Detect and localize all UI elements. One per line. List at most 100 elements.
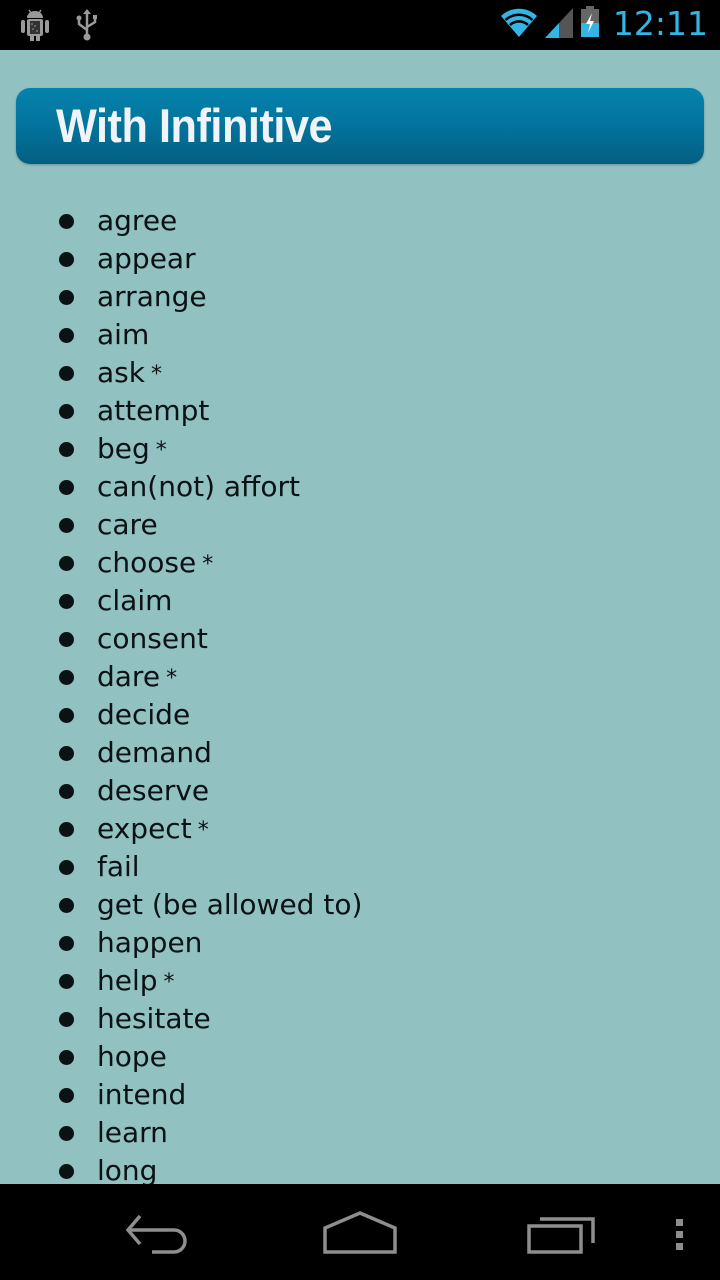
bullet-icon: [59, 1126, 74, 1141]
list-item: choose *: [0, 544, 368, 582]
list-item: fail: [0, 848, 368, 886]
home-button[interactable]: [322, 1210, 398, 1259]
list-item: learn: [0, 1114, 368, 1152]
list-item: ask *: [0, 354, 368, 392]
usb-icon: [74, 8, 100, 47]
bullet-icon: [59, 442, 74, 457]
verb-text: demand: [97, 736, 212, 769]
list-item: consent: [0, 620, 368, 658]
bullet-icon: [59, 366, 74, 381]
home-icon: [323, 1211, 397, 1254]
battery-charging-icon: [579, 4, 601, 43]
menu-button[interactable]: [674, 1210, 686, 1259]
verb-text: long: [97, 1154, 158, 1184]
clock: 12:11: [612, 4, 708, 43]
verb-text: fail: [97, 850, 140, 883]
recent-apps-icon: [527, 1217, 595, 1254]
verb-text: agree: [97, 204, 178, 237]
bullet-icon: [59, 1050, 74, 1065]
list-item: hesitate: [0, 1000, 368, 1038]
verb-text: aim: [97, 318, 150, 351]
bullet-icon: [59, 518, 74, 533]
overflow-menu-icon: [676, 1219, 683, 1250]
bullet-icon: [59, 480, 74, 495]
star-marker: *: [197, 818, 209, 843]
verb-text: arrange: [97, 280, 207, 313]
list-item: beg *: [0, 430, 368, 468]
bullet-icon: [59, 784, 74, 799]
wifi-icon: [499, 4, 539, 43]
list-item: help *: [0, 962, 368, 1000]
list-item: attempt: [0, 392, 368, 430]
list-item: demand: [0, 734, 368, 772]
list-item: deserve: [0, 772, 368, 810]
android-debug-icon: [18, 8, 52, 47]
bullet-icon: [59, 328, 74, 343]
bullet-icon: [59, 252, 74, 267]
bullet-icon: [59, 974, 74, 989]
verb-text: hope: [97, 1040, 167, 1073]
verb-list: agree appear arrange aim ask * attempt be…: [0, 202, 368, 1184]
list-item: hope: [0, 1038, 368, 1076]
list-item: dare *: [0, 658, 368, 696]
verb-text: hesitate: [97, 1002, 211, 1035]
section-header: With Infinitive: [16, 88, 704, 164]
verb-text: attempt: [97, 394, 210, 427]
bullet-icon: [59, 290, 74, 305]
recent-apps-button[interactable]: [526, 1210, 598, 1259]
signal-icon: [544, 4, 573, 43]
star-marker: *: [163, 970, 175, 995]
bullet-icon: [59, 1164, 74, 1179]
verb-text: beg: [97, 432, 150, 465]
verb-text: claim: [97, 584, 173, 617]
list-item: can(not) affort: [0, 468, 368, 506]
back-button[interactable]: [122, 1210, 196, 1259]
bullet-icon: [59, 670, 74, 685]
list-item: expect *: [0, 810, 368, 848]
list-item: aim: [0, 316, 368, 354]
list-item: get (be allowed to): [0, 886, 368, 924]
list-item: claim: [0, 582, 368, 620]
back-icon: [125, 1214, 187, 1254]
list-item: happen: [0, 924, 368, 962]
list-item: decide: [0, 696, 368, 734]
list-item: long: [0, 1152, 368, 1184]
bullet-icon: [59, 404, 74, 419]
list-item: arrange: [0, 278, 368, 316]
verb-text: care: [97, 508, 158, 541]
verb-text: appear: [97, 242, 196, 275]
list-item: agree: [0, 202, 368, 240]
verb-text: intend: [97, 1078, 187, 1111]
verb-text: deserve: [97, 774, 210, 807]
content-area[interactable]: With Infinitive agree appear arrange aim…: [0, 50, 720, 1184]
list-item: care: [0, 506, 368, 544]
verb-text: happen: [97, 926, 203, 959]
star-marker: *: [155, 438, 167, 463]
verb-text: get (be allowed to): [97, 888, 363, 921]
bullet-icon: [59, 898, 74, 913]
bullet-icon: [59, 860, 74, 875]
list-item: appear: [0, 240, 368, 278]
bullet-icon: [59, 936, 74, 951]
page-title: With Infinitive: [56, 99, 333, 152]
bullet-icon: [59, 556, 74, 571]
verb-text: choose: [97, 546, 197, 579]
verb-text: dare: [97, 660, 161, 693]
bullet-icon: [59, 632, 74, 647]
bullet-icon: [59, 1012, 74, 1027]
navigation-bar: [0, 1184, 720, 1280]
bullet-icon: [59, 708, 74, 723]
verb-text: consent: [97, 622, 208, 655]
verb-text: can(not) affort: [97, 470, 300, 503]
verb-text: learn: [97, 1116, 168, 1149]
star-marker: *: [202, 552, 214, 577]
verb-text: decide: [97, 698, 191, 731]
list-item: intend: [0, 1076, 368, 1114]
status-bar: 12:11: [0, 0, 720, 50]
bullet-icon: [59, 214, 74, 229]
verb-text: expect: [97, 812, 192, 845]
star-marker: *: [150, 362, 162, 387]
bullet-icon: [59, 594, 74, 609]
bullet-icon: [59, 1088, 74, 1103]
bullet-icon: [59, 746, 74, 761]
